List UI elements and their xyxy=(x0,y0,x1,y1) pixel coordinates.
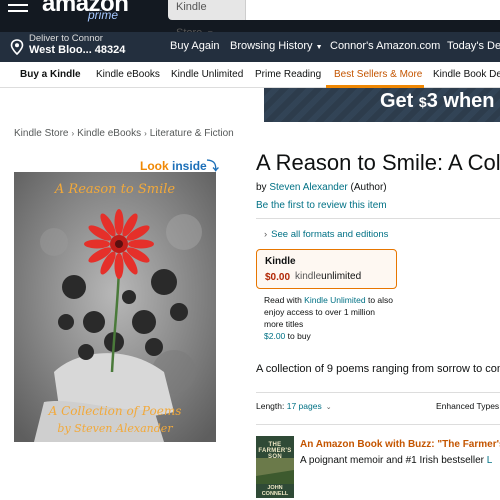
look-inside-look: Look xyxy=(140,159,169,173)
subnav-best-sellers[interactable]: Best Sellers & More xyxy=(334,69,422,80)
deliver-line-1: Deliver to Connor xyxy=(29,33,103,44)
recommendation-description: A poignant memoir and #1 Irish bestselle… xyxy=(300,455,493,466)
see-all-formats-link[interactable]: › See all formats and editions xyxy=(264,229,388,240)
main-nav-bar: Deliver to Connor West Bloo... 48324 Buy… xyxy=(0,32,500,62)
kindle-unlimited-logo: kindleunlimited xyxy=(295,271,362,282)
look-inside-inside: inside xyxy=(172,159,207,173)
subnav-kindle-unlimited[interactable]: Kindle Unlimited xyxy=(171,69,243,80)
kindle-price: $0.00 xyxy=(265,272,291,283)
cover-author: by Steven Alexander xyxy=(57,422,173,435)
enhanced-typesetting: Enhanced Types xyxy=(436,401,500,411)
byline: by Steven Alexander (Author) xyxy=(256,182,387,193)
location-pin-icon xyxy=(10,39,24,55)
breadcrumb-kindle-ebooks[interactable]: Kindle eBooks xyxy=(77,128,141,139)
book-length: Length: 17 pages ⌄ xyxy=(256,401,332,411)
prime-logo-text: prime xyxy=(88,8,119,22)
curved-arrow-icon: ⤵ xyxy=(206,159,219,173)
product-description: A collection of 9 poems ranging from sor… xyxy=(256,363,500,375)
nav-todays-deals[interactable]: Today's Dea xyxy=(447,40,500,52)
length-label: Length: xyxy=(256,401,287,411)
top-nav-bar: amazon prime Kindle Store▼ xyxy=(0,0,500,39)
subnav-kindle-book-deals[interactable]: Kindle Book Dea xyxy=(433,69,500,80)
divider xyxy=(256,424,500,425)
kindle-unlimited-info: Read with Kindle Unlimited to also enjoy… xyxy=(264,295,393,341)
byline-prefix: by xyxy=(256,182,270,193)
subnav-prime-reading[interactable]: Prime Reading xyxy=(255,69,321,80)
chevron-right-icon: › xyxy=(71,129,75,138)
recommendation-title-link[interactable]: An Amazon Book with Buzz: "The Farmer's xyxy=(300,439,500,450)
breadcrumb: Kindle Store › Kindle eBooks › Literature & … xyxy=(14,128,234,139)
kindle-unlimited-link[interactable]: Kindle Unlimited xyxy=(304,295,365,305)
breadcrumb-literature-fiction[interactable]: Literature & Fiction xyxy=(150,128,234,139)
author-link[interactable]: Steven Alexander xyxy=(269,182,347,193)
book-cover-image[interactable]: A Reason to Smile A Collection of Poems … xyxy=(14,172,216,442)
length-value-link[interactable]: 17 pages xyxy=(287,401,322,411)
product-title: A Reason to Smile: A Coll xyxy=(256,150,500,175)
chevron-right-icon: › xyxy=(144,129,147,138)
divider xyxy=(256,392,500,393)
subnav-kindle-ebooks[interactable]: Kindle eBooks xyxy=(96,69,160,80)
cover-subtitle: A Collection of Poems xyxy=(48,404,182,418)
divider xyxy=(256,218,500,219)
recommended-cover-author: JOHN CONNELL xyxy=(261,485,289,497)
nav-connors-amazon[interactable]: Connor's Amazon.com xyxy=(330,40,440,52)
search-input[interactable] xyxy=(246,0,500,20)
nav-buy-again[interactable]: Buy Again xyxy=(170,40,220,52)
cover-artwork xyxy=(14,172,216,442)
chevron-down-icon: ⌄ xyxy=(325,404,332,411)
menu-icon[interactable] xyxy=(8,0,32,18)
see-all-formats-label: See all formats and editions xyxy=(271,229,389,240)
deliver-line-2: West Bloo... 48324 xyxy=(29,44,126,56)
first-review-link[interactable]: Be the first to review this item xyxy=(256,200,387,211)
banner-promo-text: Get $3 when yo xyxy=(380,90,500,112)
nav-browsing-history[interactable]: Browsing History ▼ xyxy=(230,40,323,52)
kindle-subnav: Buy a Kindle Kindle eBooks Kindle Unlimi… xyxy=(0,62,500,88)
search-category-dropdown[interactable]: Kindle Store▼ xyxy=(168,0,246,39)
cover-title: A Reason to Smile xyxy=(54,182,176,197)
kindle-format-label: Kindle xyxy=(265,256,296,267)
subnav-buy-a-kindle[interactable]: Buy a Kindle xyxy=(20,69,81,80)
buy-price-link[interactable]: $2.00 xyxy=(264,331,285,341)
promo-banner[interactable]: Get $3 when yo xyxy=(264,88,500,122)
kindle-format-option[interactable]: Kindle $0.00 kindleunlimited xyxy=(256,249,397,289)
chevron-right-icon: › xyxy=(264,229,268,240)
recommendation-link[interactable]: L xyxy=(487,455,493,466)
recommended-cover-title: THE FARMER'S SON xyxy=(258,442,292,460)
nav-browsing-history-label: Browsing History xyxy=(230,40,313,52)
recommended-book-cover[interactable]: THE FARMER'S SON JOHN CONNELL xyxy=(256,436,294,498)
author-role: (Author) xyxy=(347,182,387,193)
breadcrumb-kindle-store[interactable]: Kindle Store xyxy=(14,128,68,139)
caret-down-icon: ▼ xyxy=(315,44,323,51)
